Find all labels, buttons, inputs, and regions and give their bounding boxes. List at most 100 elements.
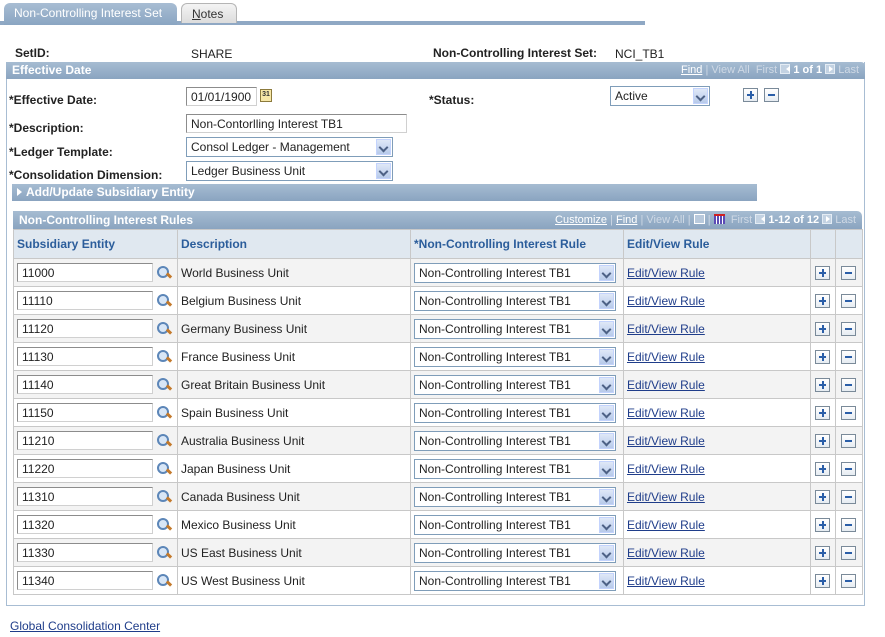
nci-rule-select[interactable]: Non-Controlling Interest TB1 (414, 514, 616, 535)
subsidiary-entity-input[interactable] (17, 403, 153, 422)
nci-rule-select[interactable]: Non-Controlling Interest TB1 (414, 290, 616, 311)
delete-row-button[interactable] (841, 545, 856, 560)
lookup-magnifier-icon[interactable] (156, 405, 172, 421)
add-row-button[interactable] (815, 321, 830, 336)
nci-rule-select[interactable]: Non-Controlling Interest TB1 (414, 262, 616, 283)
consolidation-dimension-select[interactable]: Ledger Business Unit (186, 161, 393, 181)
edit-view-rule-link[interactable]: Edit/View Rule (627, 546, 705, 560)
description-cell: Australia Business Unit (177, 426, 411, 455)
delete-row-button[interactable] (841, 293, 856, 308)
status-select[interactable]: Active (610, 86, 710, 106)
nci-rule-select[interactable]: Non-Controlling Interest TB1 (414, 402, 616, 423)
expand-triangle-icon (17, 188, 26, 196)
delete-row-button[interactable] (841, 517, 856, 532)
subsidiary-entity-input[interactable] (17, 347, 153, 366)
new-window-icon[interactable] (693, 214, 705, 224)
add-row-button[interactable] (743, 88, 758, 102)
add-row-button[interactable] (815, 405, 830, 420)
nci-rule-select[interactable]: Non-Controlling Interest TB1 (414, 430, 616, 451)
lookup-magnifier-icon[interactable] (156, 517, 172, 533)
customize-link[interactable]: Customize (555, 214, 607, 226)
delete-row-button[interactable] (841, 265, 856, 280)
ledger-template-select[interactable]: Consol Ledger - Management (186, 137, 393, 157)
delete-row-button[interactable] (841, 377, 856, 392)
add-row-button[interactable] (815, 573, 830, 588)
add-row-button[interactable] (815, 433, 830, 448)
lookup-magnifier-icon[interactable] (156, 265, 172, 281)
edit-view-rule-link[interactable]: Edit/View Rule (627, 266, 705, 280)
add-row-button[interactable] (815, 545, 830, 560)
lookup-magnifier-icon[interactable] (156, 545, 172, 561)
subsidiary-entity-input[interactable] (17, 487, 153, 506)
delete-row-button[interactable] (841, 349, 856, 364)
nci-rule-select[interactable]: Non-Controlling Interest TB1 (414, 542, 616, 563)
nci-rule-select[interactable]: Non-Controlling Interest TB1 (414, 458, 616, 479)
edit-view-rule-link[interactable]: Edit/View Rule (627, 294, 705, 308)
tab-non-controlling-interest-set[interactable]: Non-Controlling Interest Set (4, 3, 177, 25)
subsidiary-entity-input[interactable] (17, 515, 153, 534)
subsidiary-entity-input[interactable] (17, 291, 153, 310)
nci-rule-select[interactable]: Non-Controlling Interest TB1 (414, 318, 616, 339)
effective-date-input[interactable] (186, 87, 257, 106)
previous-arrow-icon[interactable] (780, 64, 791, 74)
delete-cell (835, 314, 863, 343)
edit-view-rule-link[interactable]: Edit/View Rule (627, 462, 705, 476)
download-spreadsheet-icon[interactable] (713, 214, 725, 224)
edit-view-rule-link[interactable]: Edit/View Rule (627, 518, 705, 532)
lookup-magnifier-icon[interactable] (156, 433, 172, 449)
edit-view-rule-link[interactable]: Edit/View Rule (627, 378, 705, 392)
edit-view-rule-link[interactable]: Edit/View Rule (627, 490, 705, 504)
lookup-magnifier-icon[interactable] (156, 293, 172, 309)
add-row-button[interactable] (815, 489, 830, 504)
previous-arrow-icon[interactable] (755, 214, 766, 224)
add-row-button[interactable] (815, 461, 830, 476)
add-row-button[interactable] (815, 293, 830, 308)
subsidiary-entity-input[interactable] (17, 459, 153, 478)
edit-view-rule-link[interactable]: Edit/View Rule (627, 322, 705, 336)
delete-row-button[interactable] (764, 88, 779, 102)
lookup-magnifier-icon[interactable] (156, 377, 172, 393)
find-link[interactable]: Find (616, 214, 637, 226)
subsidiary-entity-input[interactable] (17, 543, 153, 562)
calendar-icon[interactable]: 31 (260, 89, 272, 102)
delete-row-button[interactable] (841, 321, 856, 336)
column-header-subsidiary-entity[interactable]: Subsidiary Entity (13, 229, 178, 259)
add-row-button[interactable] (815, 377, 830, 392)
subsidiary-entity-input[interactable] (17, 263, 153, 282)
nci-rule-select[interactable]: Non-Controlling Interest TB1 (414, 570, 616, 591)
edit-view-rule-link[interactable]: Edit/View Rule (627, 434, 705, 448)
next-arrow-icon[interactable] (822, 214, 833, 224)
lookup-magnifier-icon[interactable] (156, 461, 172, 477)
lookup-magnifier-icon[interactable] (156, 573, 172, 589)
next-arrow-icon[interactable] (825, 64, 836, 74)
delete-row-button[interactable] (841, 489, 856, 504)
column-header-nci-rule[interactable]: *Non-Controlling Interest Rule (410, 229, 624, 259)
add-update-subsidiary-entity-toggle[interactable]: Add/Update Subsidiary Entity (12, 184, 757, 201)
edit-view-rule-link[interactable]: Edit/View Rule (627, 574, 705, 588)
lookup-magnifier-icon[interactable] (156, 321, 172, 337)
delete-row-button[interactable] (841, 433, 856, 448)
description-input[interactable] (186, 114, 407, 133)
add-row-button[interactable] (815, 265, 830, 280)
lookup-magnifier-icon[interactable] (156, 349, 172, 365)
nci-rule-select[interactable]: Non-Controlling Interest TB1 (414, 486, 616, 507)
add-row-button[interactable] (815, 517, 830, 532)
subsidiary-entity-input[interactable] (17, 571, 153, 590)
column-header-description[interactable]: Description (177, 229, 411, 259)
delete-row-button[interactable] (841, 573, 856, 588)
subsidiary-entity-input[interactable] (17, 431, 153, 450)
nci-rule-select[interactable]: Non-Controlling Interest TB1 (414, 374, 616, 395)
ledger-template-label: *Ledger Template: (9, 145, 113, 159)
nci-rule-select[interactable]: Non-Controlling Interest TB1 (414, 346, 616, 367)
subsidiary-entity-input[interactable] (17, 375, 153, 394)
add-row-button[interactable] (815, 349, 830, 364)
subsidiary-entity-input[interactable] (17, 319, 153, 338)
tab-notes[interactable]: Notes (181, 3, 237, 23)
delete-row-button[interactable] (841, 405, 856, 420)
global-consolidation-center-link[interactable]: Global Consolidation Center (10, 619, 160, 633)
find-link[interactable]: Find (681, 64, 702, 76)
edit-view-rule-link[interactable]: Edit/View Rule (627, 350, 705, 364)
delete-row-button[interactable] (841, 461, 856, 476)
lookup-magnifier-icon[interactable] (156, 489, 172, 505)
edit-view-rule-link[interactable]: Edit/View Rule (627, 406, 705, 420)
